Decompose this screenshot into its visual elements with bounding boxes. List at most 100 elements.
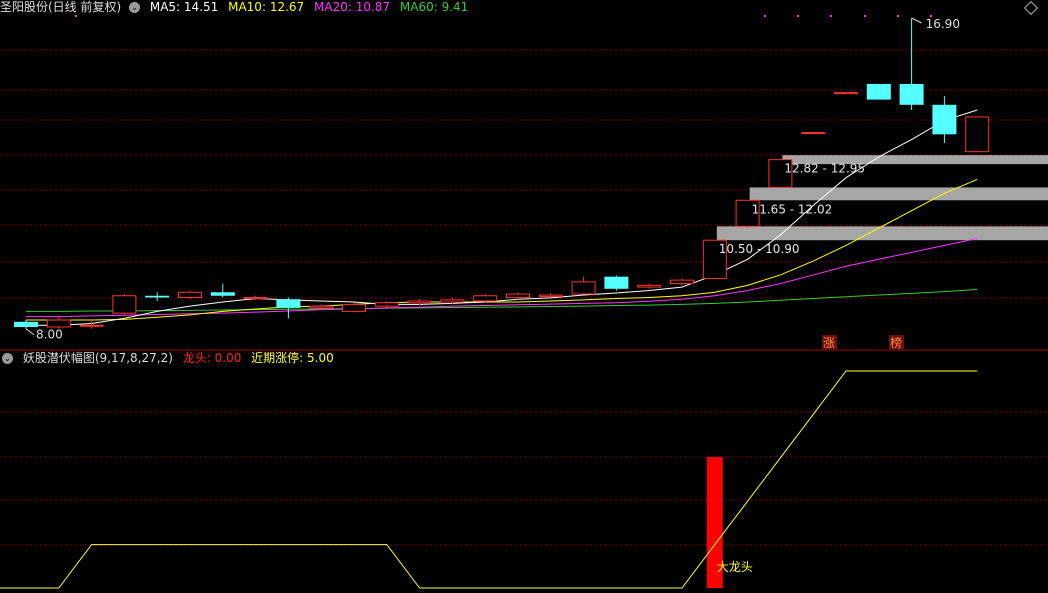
signal-label: 大龙头 [717, 560, 753, 574]
badge: 榜 [889, 335, 904, 350]
candle-body [14, 321, 38, 327]
gap-label: 10.50 - 10.90 [719, 242, 800, 256]
candle [342, 302, 366, 313]
candle-body [112, 295, 137, 314]
dragon-head-value: 0.00 [214, 351, 242, 365]
candle-body [145, 295, 170, 298]
ma10-line [26, 178, 978, 321]
candle [145, 292, 170, 301]
marker-dot [930, 15, 932, 17]
ma10-readout: MA10: 12.67 [228, 0, 304, 14]
indicator-name[interactable]: 妖股潜伏幅图 [23, 351, 95, 365]
recent-limit-up-value: 5.00 [307, 351, 334, 365]
candle-body [276, 299, 301, 308]
main-chart-header: 圣阳股份(日线 前复权) ⌄ MA5: 14.51 MA10: 12.67 MA… [0, 0, 474, 15]
candle [932, 96, 957, 143]
indicator-panel: 大龙头 [0, 370, 978, 589]
indicator-params: (9,17,8,27,2) [94, 351, 173, 365]
chart-canvas[interactable]: 12.82 - 12.95 11.65 - 12.02 10.50 - 10.90 1… [0, 0, 1048, 593]
candle-body [178, 291, 202, 298]
candle-body [604, 276, 629, 289]
ma5-line [26, 109, 978, 326]
ma60-value: 9.41 [441, 0, 469, 14]
candle [637, 283, 662, 289]
gap-zone [749, 187, 1048, 201]
chevron-down-icon[interactable]: ⌄ [129, 2, 141, 13]
candle [801, 132, 826, 135]
candle [178, 290, 202, 300]
high-price-label: 16.90 [926, 17, 960, 31]
candle-body [473, 295, 498, 302]
ma5-label: MA5: [149, 0, 181, 14]
marker-dot [764, 15, 766, 17]
ma20-value: 10.87 [355, 0, 391, 14]
recent-limit-up-label: 近期涨停: [251, 351, 304, 365]
candle-body [342, 303, 366, 312]
candle [965, 116, 990, 153]
candle-body [538, 294, 563, 297]
dragon-head-label: 龙头: [182, 351, 211, 365]
ma60-label: MA60: [399, 0, 438, 14]
candle [210, 283, 235, 298]
candle-body [866, 83, 891, 100]
candle-body [801, 132, 826, 135]
candle [473, 294, 498, 303]
high-pointer [911, 17, 922, 24]
marker-dot [75, 15, 77, 17]
marker-dot [864, 15, 866, 17]
ma60-readout: MA60: 9.41 [400, 0, 468, 14]
marker-dot [830, 15, 832, 17]
candle-body [506, 293, 530, 298]
candle-body [571, 281, 596, 295]
low-price-label: 8.00 [36, 328, 63, 342]
gap-label: 12.82 - 12.95 [784, 162, 865, 176]
low-pointer [25, 328, 35, 336]
marker-dot [897, 15, 899, 17]
candle [604, 275, 629, 291]
candle-body [670, 279, 694, 285]
gap-zone [716, 226, 1048, 241]
candle [538, 292, 563, 298]
ma10-value: 12.67 [269, 0, 305, 14]
badge-text: 涨 [823, 335, 835, 350]
chevron-down-icon[interactable]: ⌄ [2, 353, 13, 364]
ma20-line [26, 237, 978, 318]
indicator-header: ⌄ 妖股潜伏幅图(9,17,8,27,2) 龙头: 0.00 近期涨停: 5.0… [0, 351, 340, 366]
ma20-label: MA20: [314, 0, 352, 14]
candle [112, 294, 137, 315]
indicator-line [0, 370, 978, 589]
badge: 涨 [822, 335, 837, 350]
ma10-label: MA10: [228, 0, 266, 14]
candle-body [79, 324, 104, 327]
candle-body [243, 296, 268, 300]
candle [14, 320, 38, 329]
gap-zones [716, 155, 1048, 241]
candle-body [440, 299, 465, 303]
candle-body [407, 300, 432, 304]
candle [571, 276, 596, 295]
candle-body [637, 284, 662, 288]
candle [899, 18, 924, 111]
candle-body [374, 302, 399, 307]
moving-average-lines [26, 109, 978, 326]
candle-body [210, 292, 235, 296]
candle-body [46, 319, 71, 328]
ma5-value: 14.51 [183, 0, 219, 14]
marker-dots [75, 15, 932, 17]
ma20-readout: MA20: 10.87 [314, 0, 390, 14]
dragon-head-readout: 龙头: 0.00 [183, 351, 242, 365]
stock-title[interactable]: 圣阳股份(日线 前复权) [0, 0, 121, 14]
marker-dot [797, 15, 799, 17]
ma5-readout: MA5: 14.51 [150, 0, 218, 14]
candle [866, 83, 891, 100]
candle [374, 300, 399, 308]
candle [834, 92, 858, 95]
badge-text: 榜 [890, 335, 902, 350]
gap-label: 11.65 - 12.02 [752, 202, 833, 216]
candle-body [965, 116, 990, 153]
candle-body [834, 92, 858, 95]
candle-body [932, 104, 957, 135]
recent-limit-up-readout: 近期涨停: 5.00 [251, 351, 334, 365]
candle-body [899, 83, 924, 105]
candle-body [309, 305, 334, 309]
